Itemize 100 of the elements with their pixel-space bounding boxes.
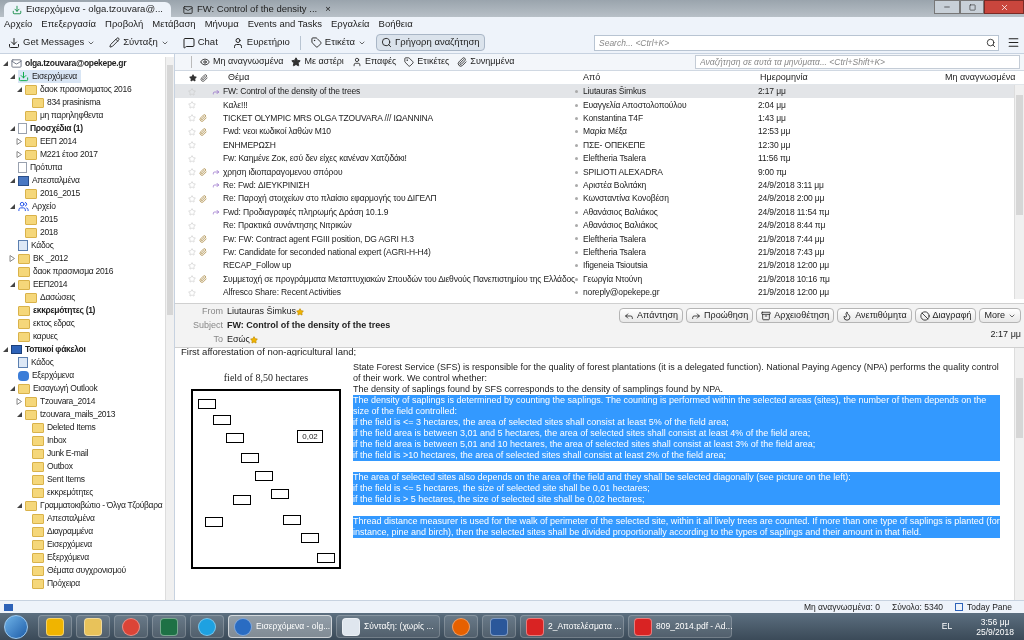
folder-item[interactable]: Εισερχόμενα <box>18 70 81 83</box>
star-icon[interactable] <box>188 154 196 163</box>
menu-item[interactable]: Βοήθεια <box>378 17 413 32</box>
message-row[interactable]: Fw: Candidate for seconded national expert (AGRI-H-H4) Eleftheria Tsalera 21/9/2018 7:43 μμ <box>175 245 1014 260</box>
folder-item[interactable]: BK _2012 <box>18 252 72 265</box>
collapse-arrow-icon[interactable] <box>9 73 16 80</box>
message-action-button[interactable]: More <box>979 308 1021 324</box>
folder-item[interactable]: ΕΕΠ 2014 <box>25 135 81 148</box>
scrollbar[interactable] <box>165 57 174 600</box>
menu-item[interactable]: Μήνυμα <box>204 17 239 32</box>
message-row[interactable]: Fw: Καημένε Ζοκ, εσύ δεν είχες κανέναν Χατζιδάκι! Eleftheria Tsalera 11:56 πμ <box>175 151 1014 166</box>
collapse-arrow-icon[interactable] <box>9 125 16 132</box>
taskbar-button[interactable] <box>152 615 186 638</box>
attachment-column-icon[interactable] <box>200 73 208 82</box>
folder-item[interactable]: εκτος εδρας <box>18 317 79 330</box>
language-indicator[interactable]: EL <box>941 620 953 633</box>
folder-item[interactable]: Εξερχόμενα <box>18 369 78 382</box>
star-icon[interactable] <box>188 168 196 177</box>
star-icon[interactable] <box>188 261 196 270</box>
star-icon[interactable] <box>188 114 196 123</box>
folder-item[interactable]: Sent Items <box>32 473 89 486</box>
message-row[interactable]: Re: Πρακτικά συνάντησης Νιτρικών Αθανάσιος Βαλιάκος 24/9/2018 8:44 πμ <box>175 218 1014 233</box>
message-row[interactable]: Alfresco Share: Recent Activities noreply@opekepe.gr 21/9/2018 12:00 μμ <box>175 285 1014 300</box>
filter-button[interactable]: Επαφές <box>351 55 397 69</box>
message-row[interactable]: Fwd: νεοι κωδικοί λαθών Μ10 Μαρία Μέξα 12:53 μμ <box>175 125 1014 139</box>
collapse-arrow-icon[interactable] <box>16 411 23 418</box>
folder-item[interactable]: δαοκ πρασινισμα 2016 <box>18 265 118 278</box>
message-row[interactable]: Re: Fwd: ΔΙΕΥΚΡΙΝΙΣΗ Αριστέα Βολιτάκη 24/9/2018 3:11 μμ <box>175 178 1014 193</box>
filter-button[interactable]: Μη αναγνωσμένα <box>200 55 284 69</box>
maximize-button[interactable] <box>960 0 984 14</box>
collapse-arrow-icon[interactable] <box>16 502 23 509</box>
folder-item[interactable]: Εισερχόμενα <box>32 538 96 551</box>
folder-item[interactable]: Deleted Items <box>32 421 100 434</box>
folder-item[interactable]: Θέματα συγχρονισμού <box>32 564 130 577</box>
folder-item[interactable]: Tzouvara_2014 <box>25 395 100 408</box>
folder-item[interactable]: Δασώσεις <box>25 291 80 304</box>
folder-item[interactable]: Γραμματοκιβώτιο - Όλγα Τζούβαρα <box>25 499 167 512</box>
folder-item[interactable]: 2018 <box>25 226 62 239</box>
message-row[interactable]: Fwd: Προδιαγραφές πληρωμής Δράση 10.1.9 Αθανάσιος Βαλιάκος 24/9/2018 11:54 πμ <box>175 205 1014 219</box>
collapse-arrow-icon[interactable] <box>9 385 16 392</box>
taskbar-button[interactable] <box>482 615 516 638</box>
taskbar-button[interactable]: 809_2014.pdf - Ad... <box>628 615 732 638</box>
folder-item[interactable]: εκκρεμότητες (1) <box>18 304 100 317</box>
folder-item[interactable]: 834 prasinisma <box>32 96 105 109</box>
toolbar-button[interactable]: Ευρετήριο <box>227 34 294 51</box>
menu-item[interactable]: Events and Tasks <box>247 17 323 32</box>
star-column-icon[interactable] <box>189 73 197 82</box>
filter-button[interactable]: Συνημμένα <box>457 55 515 69</box>
taskbar-button[interactable] <box>114 615 148 638</box>
folder-item[interactable]: εκκρεμότητες <box>32 486 98 499</box>
taskbar-button[interactable] <box>190 615 224 638</box>
message-row[interactable]: TICKET OLYMPIC MRS OLGA TZOUVARA /// ΙΩΑΝΝΙΝΑ Konstantina T4F 1:43 μμ <box>175 111 1014 126</box>
message-row[interactable]: Fw: FW: Contract agent FGIII position, DG AGRI H.3 Eleftheria Tsalera 21/9/2018 7:44 μμ <box>175 232 1014 246</box>
message-action-button[interactable]: Διαγραφή <box>914 308 977 324</box>
expand-arrow-icon[interactable] <box>16 151 23 158</box>
folder-item[interactable]: 2015 <box>25 213 62 226</box>
filter-button[interactable]: Με αστέρι <box>291 55 344 69</box>
folder-item[interactable]: 2016_2015 <box>25 187 84 200</box>
column-header[interactable]: Μη αναγνωσμένα <box>945 70 1016 85</box>
minimize-button[interactable] <box>934 0 960 14</box>
menu-item[interactable]: Προβολή <box>105 17 144 32</box>
star-icon[interactable] <box>188 275 196 284</box>
folder-item[interactable]: Προσχέδια (1) <box>18 122 87 135</box>
star-icon[interactable] <box>188 194 196 203</box>
folder-item[interactable]: olga.tzouvara@opekepe.gr <box>11 57 131 70</box>
message-row[interactable]: ΕΝΗΜΕΡΩΣΗ ΠΣΕ- ΟΠΕΚΕΠΕ 12:30 μμ <box>175 138 1014 152</box>
tab[interactable]: Εισερχόμενα - olga.tzouvara@... <box>4 2 171 17</box>
column-header[interactable]: Θέμα <box>228 70 583 85</box>
folder-item[interactable]: Πρόχειρα <box>32 577 84 590</box>
star-icon[interactable] <box>249 335 258 344</box>
message-row[interactable]: RECAP_Follow up Ifigeneia Tsioutsia 21/9/2018 12:00 μμ <box>175 259 1014 273</box>
scrollbar[interactable] <box>1014 85 1024 300</box>
collapse-arrow-icon[interactable] <box>16 86 23 93</box>
taskbar-button[interactable]: Σύνταξη: (χωρίς ... <box>336 615 440 638</box>
message-row[interactable]: Συμμετοχή σε προγράμματα Μεταπτυχιακών Σπουδών του Διεθνούς Πανεπιστημίου της Ελλάδος Γεωργία Ντούνη 21/9/2018 10:16 πμ <box>175 272 1014 286</box>
column-header[interactable]: Από <box>583 70 760 85</box>
taskbar-button[interactable]: 2_Αποτελέσματα ... <box>520 615 624 638</box>
toolbar-button[interactable]: Γρήγορη αναζήτηση <box>376 34 485 51</box>
taskbar-button[interactable] <box>76 615 110 638</box>
folder-item[interactable]: Αρχείο <box>18 200 60 213</box>
close-button[interactable] <box>984 0 1024 14</box>
star-icon[interactable] <box>188 235 196 243</box>
expand-arrow-icon[interactable] <box>16 398 23 405</box>
taskbar-button[interactable] <box>38 615 72 638</box>
filter-button[interactable]: Ετικέτες <box>404 55 450 69</box>
menu-item[interactable]: Εργαλεία <box>331 17 370 32</box>
message-row[interactable]: FW: Control of the density of the trees Liutauras Šimkus 2:17 μμ <box>175 85 1014 99</box>
star-icon[interactable] <box>188 181 196 190</box>
menu-item[interactable]: Μετάβαση <box>152 17 196 32</box>
menu-item[interactable]: Επεξεργασία <box>41 17 97 32</box>
search-field[interactable]: Search... <Ctrl+K> <box>594 34 999 51</box>
star-icon[interactable] <box>296 307 305 316</box>
folder-item[interactable]: Inbox <box>32 434 71 447</box>
folder-item[interactable]: δαοκ πρασινισματος 2016 <box>25 83 136 96</box>
folder-item[interactable]: Κάδος <box>18 356 58 369</box>
collapse-arrow-icon[interactable] <box>9 177 16 184</box>
folder-item[interactable]: καρυες <box>18 330 62 343</box>
message-row[interactable]: χρηση ιδιοπαραγομενου σπόρου SPILIOTI ALEXADRA 9:00 πμ <box>175 165 1014 179</box>
filter-search-field[interactable]: Αναζήτηση σε αυτά τα μηνύματα... <Ctrl+Shift+K> <box>695 55 1020 69</box>
star-icon[interactable] <box>188 221 196 230</box>
